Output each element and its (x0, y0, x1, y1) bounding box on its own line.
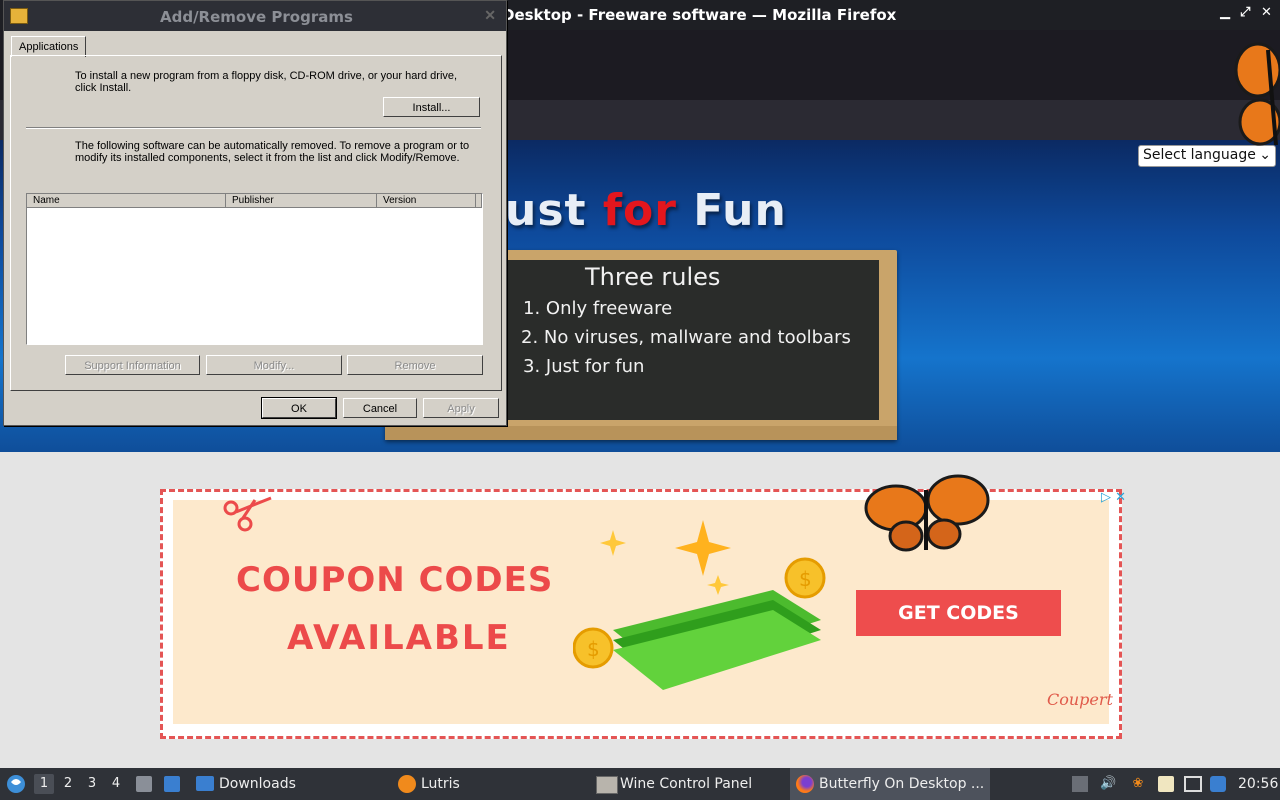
ad-brand-logo: Coupert (1047, 690, 1113, 709)
board-heading: Three rules (585, 263, 721, 291)
show-desktop-icon[interactable] (164, 776, 180, 792)
ad-choices-icon[interactable]: ▷ ✕ (1101, 490, 1126, 505)
remove-button[interactable]: Remove (347, 355, 483, 375)
taskbar-item-wine-control-panel[interactable]: Wine Control Panel (592, 768, 782, 800)
butterfly-icon (864, 474, 990, 552)
minimize-icon[interactable]: ▁ (1220, 5, 1230, 20)
network-icon[interactable] (1184, 776, 1202, 792)
control-panel-icon (10, 8, 28, 24)
butterfly-icon (1234, 42, 1280, 146)
workspace-4[interactable]: 4 (106, 774, 126, 794)
installed-programs-list[interactable]: Name Publisher Version (26, 193, 483, 345)
page-body: COUPON CODES AVAILABLE $ $ GET CODES Cou… (0, 452, 1280, 768)
scissors-icon (223, 496, 272, 532)
divider (26, 127, 481, 129)
column-header-name[interactable]: Name (27, 194, 226, 208)
column-header-version[interactable]: Version (377, 194, 476, 208)
site-title: ust for Fun (505, 185, 787, 236)
install-instructions-1: To install a new program from a floppy d… (75, 70, 458, 82)
taskbar: 1 2 3 4 Downloads Lutris Wine Control Pa… (0, 768, 1280, 800)
butterfly-tray-icon[interactable]: ❀ (1130, 776, 1146, 792)
support-information-button[interactable]: Support Information (65, 355, 200, 375)
wine-icon (596, 776, 618, 794)
file-manager-icon[interactable] (136, 776, 152, 792)
tab-applications[interactable]: Applications (11, 36, 87, 57)
volume-icon[interactable]: 🔊 (1100, 776, 1116, 792)
apply-button[interactable]: Apply (423, 398, 499, 418)
workspace-1[interactable]: 1 (34, 774, 54, 794)
cancel-button[interactable]: Cancel (343, 398, 417, 418)
column-header-publisher[interactable]: Publisher (226, 194, 377, 208)
lutris-icon (398, 775, 416, 793)
taskbar-item-firefox[interactable]: Butterfly On Desktop ... (790, 768, 990, 800)
money-illustration: $ $ (573, 520, 826, 690)
get-codes-button[interactable]: GET CODES (856, 590, 1061, 636)
taskbar-item-lutris[interactable]: Lutris (394, 768, 574, 800)
rule-3: 3. Just for fun (523, 356, 645, 377)
update-notifier-icon[interactable] (1210, 776, 1226, 792)
close-icon[interactable]: ✕ (1261, 5, 1272, 20)
close-icon[interactable]: ✕ (484, 7, 496, 24)
dialog-titlebar: Add/Remove Programs ✕ (4, 1, 506, 31)
svg-text:$: $ (587, 637, 600, 661)
app-menu-icon[interactable] (6, 774, 26, 794)
clipboard-icon[interactable] (1072, 776, 1088, 792)
workspace-2[interactable]: 2 (58, 774, 78, 794)
dialog-title: Add/Remove Programs (160, 8, 353, 26)
clock[interactable]: 20:56 (1238, 768, 1278, 800)
modify-button[interactable]: Modify... (206, 355, 342, 375)
remove-instructions-2: modify its installed components, select … (75, 152, 460, 164)
window-title: Desktop - Freeware software — Mozilla Fi… (502, 6, 897, 24)
install-instructions-2: click Install. (75, 82, 132, 94)
maximize-icon[interactable]: ⤢ (1240, 5, 1250, 20)
ok-button[interactable]: OK (261, 397, 337, 419)
add-remove-programs-dialog: Add/Remove Programs ✕ Applications To in… (3, 0, 507, 426)
svg-text:$: $ (799, 567, 812, 591)
rule-2: 2. No viruses, mallware and toolbars (521, 327, 851, 348)
workspace-3[interactable]: 3 (82, 774, 102, 794)
firefox-icon (796, 775, 814, 793)
notes-icon[interactable] (1158, 776, 1174, 792)
taskbar-item-downloads[interactable]: Downloads (192, 768, 372, 800)
rule-1: 1. Only freeware (523, 298, 673, 319)
ad-headline-1: COUPON CODES (236, 560, 554, 600)
remove-instructions-1: The following software can be automatica… (75, 140, 470, 152)
folder-icon (196, 776, 214, 791)
ad-headline-2: AVAILABLE (287, 618, 511, 658)
install-button[interactable]: Install... (383, 97, 480, 117)
